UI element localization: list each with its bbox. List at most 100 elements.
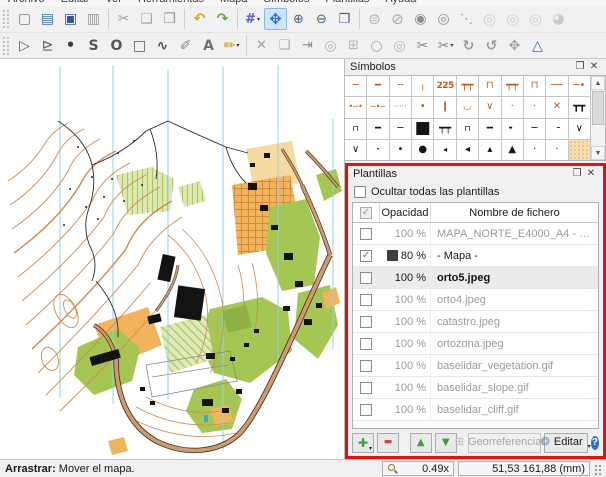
symbol-cell[interactable]: ◂ — [457, 140, 479, 160]
symbol-cell[interactable]: ❙ — [434, 97, 456, 117]
draw-point-tool-button[interactable]: • — [59, 35, 82, 57]
symbol-cell[interactable]: ─ — [345, 76, 367, 96]
menu-item-herramientas[interactable]: Herramientas — [138, 0, 204, 6]
help-icon[interactable]: ? — [591, 436, 599, 450]
template-visibility-checkbox[interactable] — [360, 338, 372, 350]
paste-button[interactable]: ❐ — [158, 8, 181, 30]
template-row[interactable]: 100 %orto4.jpeg — [353, 289, 598, 311]
visibility-column-checkbox[interactable]: ✓ — [360, 207, 372, 219]
paint-on-template-button[interactable]: ✏▾ — [220, 35, 243, 57]
symbol-cell[interactable]: • — [367, 140, 389, 160]
toolbar-drag-handle[interactable] — [3, 10, 9, 28]
symbol-cell[interactable]: •─• — [345, 97, 367, 117]
symbol-cell[interactable]: ∨ — [479, 97, 501, 117]
template-window-button[interactable]: ◎ — [524, 8, 547, 30]
symbol-cell[interactable]: ┯┯ — [457, 76, 479, 96]
undo-button[interactable]: ↶ — [188, 8, 211, 30]
opacity-column-header[interactable]: Opacidad — [379, 203, 431, 222]
delete-object-button[interactable]: ✕ — [250, 35, 273, 57]
symbol-cell[interactable]: ◡ — [457, 97, 479, 117]
save-map-button[interactable]: ▣ — [59, 8, 82, 30]
symbol-cell[interactable]: · — [546, 140, 568, 160]
edit-template-button[interactable]: ❂ Editar ▾ — [544, 433, 588, 453]
menu-item-archivo[interactable]: Archivo — [8, 0, 45, 6]
draw-freehand-tool-button[interactable]: ∿ — [151, 35, 174, 57]
template-visibility-checkbox[interactable] — [360, 272, 372, 284]
template-opacity-cell[interactable]: 100 % — [379, 289, 431, 310]
map-parts-button[interactable]: ⋱ — [455, 8, 478, 30]
template-row[interactable]: 100 %MAPA_NORTE_E4000_A4 - GPS-2015-05-2… — [353, 223, 598, 245]
zoom-out-button[interactable]: ⊖ — [310, 8, 333, 30]
symbol-cell[interactable]: ── — [546, 76, 568, 96]
symbol-cell[interactable]: ▴ — [479, 140, 501, 160]
template-opacity-cell[interactable]: 100 % — [379, 333, 431, 354]
symbol-cell[interactable]: ╷ — [412, 76, 434, 96]
template-row[interactable]: 100 %baselidar_slope.gif — [353, 377, 598, 399]
menu-item-plantillas[interactable]: Plantillas — [325, 0, 369, 6]
template-opacity-cell[interactable]: 100 % — [379, 377, 431, 398]
edit-line-tool-button[interactable]: ⊵ — [36, 35, 59, 57]
toolbar-drag-handle[interactable] — [3, 37, 9, 55]
symbol-cell[interactable]: ⊓ — [457, 119, 479, 139]
symbol-cell[interactable]: · — [524, 140, 546, 160]
tags-window-button[interactable]: ◕ — [547, 8, 570, 30]
symbol-cell[interactable]: ∨ — [345, 140, 367, 160]
symbol-cell[interactable]: ■ — [412, 119, 434, 139]
print-button[interactable]: ▥ — [82, 8, 105, 30]
close-icon[interactable]: ✕ — [587, 60, 601, 74]
float-icon[interactable]: ❐ — [573, 60, 587, 74]
symbol-cell[interactable]: 225 — [434, 76, 456, 96]
symbol-cell[interactable]: ━ — [367, 76, 389, 96]
template-visibility-checkbox[interactable] — [360, 316, 372, 328]
switch-dashes-button[interactable]: ⇥ — [296, 35, 319, 57]
symbol-cell[interactable]: ╌ — [390, 76, 412, 96]
template-visibility-checkbox[interactable] — [360, 228, 372, 240]
template-opacity-cell[interactable]: 100 % — [379, 267, 431, 288]
show-whole-map-button[interactable]: ❒ — [333, 8, 356, 30]
symbol-cell[interactable]: ┳┳ — [569, 97, 590, 117]
hatch-areas-view-button[interactable]: ⊜ — [363, 8, 386, 30]
move-template-down-button[interactable]: ▼ — [435, 433, 457, 453]
draw-text-tool-button[interactable]: A — [197, 35, 220, 57]
open-map-button[interactable]: ▤ — [36, 8, 59, 30]
menu-item-editar[interactable]: Editar — [61, 0, 90, 6]
menu-item-ver[interactable]: Ver — [105, 0, 122, 6]
redo-button[interactable]: ↷ — [211, 8, 234, 30]
spot-color-view-button[interactable]: ◎ — [432, 8, 455, 30]
symbol-cell[interactable]: ····· — [390, 97, 412, 117]
symbol-cell[interactable]: ╸ — [502, 119, 524, 139]
symbol-cell[interactable]: · — [524, 97, 546, 117]
symbol-cell[interactable]: ◂ — [434, 140, 456, 160]
rotate-object-button[interactable]: ↻ — [457, 35, 480, 57]
menu-item-símbolos[interactable]: Símbolos — [264, 0, 310, 6]
symbol-cell[interactable]: ╶ — [546, 119, 568, 139]
symbol-window-button[interactable]: ◎ — [501, 8, 524, 30]
zoom-level-box[interactable]: 0.49x — [382, 461, 454, 476]
cutout-tool-button[interactable]: ◎ — [388, 35, 411, 57]
filename-column-header[interactable]: Nombre de fichero — [431, 203, 598, 222]
cut-hole-scissors-button[interactable]: ✂▾ — [434, 35, 457, 57]
cut-path-scissors-button[interactable]: ✂ — [411, 35, 434, 57]
symbol-cell[interactable]: ✕ — [546, 97, 568, 117]
template-opacity-cell[interactable]: 100 % — [379, 399, 431, 420]
baseline-view-button[interactable]: ⊘ — [386, 8, 409, 30]
template-opacity-cell[interactable]: 100 % — [379, 223, 431, 244]
copy-button[interactable]: ❏ — [135, 8, 158, 30]
template-row[interactable]: 100 %baselidar_vegetation.gif — [353, 355, 598, 377]
symbol-cell[interactable]: · — [502, 97, 524, 117]
template-opacity-cell[interactable]: 80 % — [379, 245, 431, 266]
symbol-cell[interactable]: ⊓ — [524, 76, 546, 96]
template-row[interactable]: 100 %ortozona.jpeg — [353, 333, 598, 355]
close-icon[interactable]: ✕ — [584, 167, 598, 181]
cut-object-button[interactable]: ○ — [365, 35, 388, 57]
template-opacity-cell[interactable]: 100 % — [379, 311, 431, 332]
add-template-button[interactable]: ✚ ▾ — [352, 433, 374, 453]
symbol-cell[interactable]: ┯┯ — [434, 119, 456, 139]
draw-rectangle-tool-button[interactable]: □ — [128, 35, 151, 57]
measure-tool-button[interactable]: △ — [526, 35, 549, 57]
hide-all-templates-checkbox[interactable] — [354, 186, 366, 198]
symbol-cell[interactable]: ┯┯ — [502, 76, 524, 96]
scale-object-button[interactable]: ✥ — [503, 35, 526, 57]
switch-symbol-button[interactable]: ◎ — [319, 35, 342, 57]
map-canvas[interactable] — [0, 59, 345, 459]
